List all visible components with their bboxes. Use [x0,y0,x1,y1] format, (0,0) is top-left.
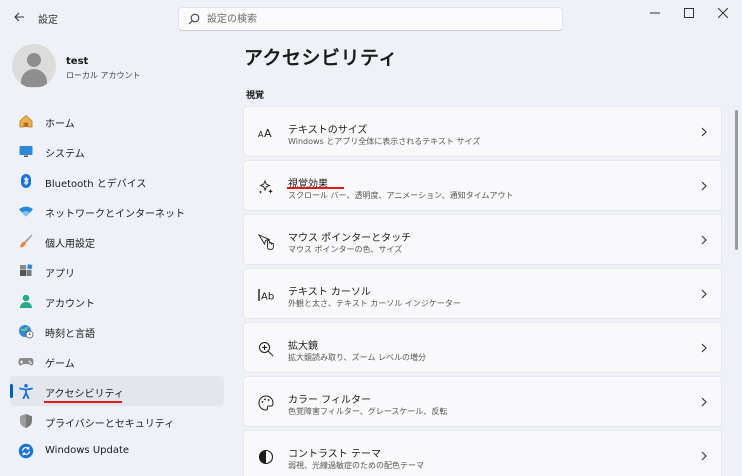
palette-icon [258,395,274,411]
card-title: テキストのサイズ [288,125,368,136]
card-subtitle: 色覚障害フィルター、グレースケール、反転 [288,407,448,416]
sidebar-item-system[interactable]: システム [10,136,224,166]
back-arrow-icon [14,12,24,22]
chevron-right-icon [701,289,707,299]
card-text-cursor[interactable]: Ab テキスト カーソル 外観と太さ、テキスト カーソル インジケーター [243,268,722,319]
sidebar-item-label: Bluetooth とデバイス [45,179,147,190]
gamepad-icon [18,358,34,366]
network-icon [19,206,33,217]
app-title: 設定 [38,15,58,26]
minimize-icon [650,12,660,14]
sidebar-item-label: ホーム [45,119,75,130]
account-icon [20,294,32,308]
search-icon [188,13,200,25]
sidebar-item-label: アクセシビリティ [45,389,124,400]
accessibility-icon [19,384,33,399]
sidebar-item-network[interactable]: ネットワークとインターネット [10,196,224,226]
card-title: テキスト カーソル [288,287,371,298]
bluetooth-icon [21,174,31,188]
svg-text:A: A [264,127,272,140]
brush-icon [20,234,33,248]
sidebar-item-accounts[interactable]: アカウント [10,286,224,316]
pointer-touch-icon [257,234,274,250]
sidebar-item-home[interactable]: ホーム [10,106,224,136]
page-title: アクセシビリティ [244,47,398,69]
card-subtitle: 弱視、光線過敏症のための配色テーマ [288,461,424,470]
card-subtitle: マウス ポインターの色、サイズ [288,245,403,254]
maximize-button[interactable] [674,2,704,24]
maximize-icon [684,8,694,18]
text-size-icon: AA [258,127,272,140]
sidebar-item-label: Windows Update [45,445,130,456]
sidebar-item-label: システム [45,149,85,160]
user-name: test [66,56,89,67]
minimize-button[interactable] [640,2,670,24]
chevron-right-icon [701,397,707,407]
chevron-right-icon [701,451,707,461]
card-color-filters[interactable]: カラー フィルター 色覚障害フィルター、グレースケール、反転 [243,376,722,427]
sidebar-item-label: ネットワークとインターネット [45,209,185,220]
shield-icon [20,414,32,428]
section-title: 視覚 [246,91,265,101]
back-button[interactable] [8,6,30,28]
update-icon [18,443,34,459]
sidebar-item-label: 個人用設定 [45,239,95,250]
sidebar-item-gaming[interactable]: ゲーム [10,346,224,376]
sidebar-item-label: ゲーム [45,359,75,370]
avatar-head [27,53,41,67]
card-title: 拡大鏡 [288,341,318,352]
card-contrast-themes[interactable]: コントラスト テーマ 弱視、光線過敏症のための配色テーマ [243,430,722,476]
card-subtitle: スクロール バー、透明度、アニメーション、通知タイムアウト [288,191,514,200]
card-title: カラー フィルター [288,395,371,406]
sidebar-item-label: アカウント [45,299,95,310]
system-icon [19,146,33,157]
globe-clock-icon [19,325,34,339]
text-cursor-icon: Ab [258,289,274,303]
card-text-size[interactable]: AA テキストのサイズ Windows とアプリ全体に表示されるテキスト サイズ [243,106,722,157]
card-title: コントラスト テーマ [288,449,381,460]
card-subtitle: Windows とアプリ全体に表示されるテキスト サイズ [288,137,481,146]
card-subtitle: 外観と太さ、テキスト カーソル インジケーター [288,299,461,308]
settings-window: 設定 test ローカル アカウント ホーム システム [0,0,742,476]
home-icon [19,114,33,128]
user-account-type: ローカル アカウント [66,71,141,80]
avatar-body [21,69,47,87]
annotation-underline [44,401,122,403]
sidebar-item-personalization[interactable]: 個人用設定 [10,226,224,256]
close-icon [718,8,728,18]
search-input[interactable] [207,11,547,27]
sidebar-item-time-language[interactable]: 時刻と言語 [10,316,224,346]
avatar[interactable] [12,44,56,88]
apps-icon [20,264,33,276]
card-mouse-pointer-touch[interactable]: マウス ポインターとタッチ マウス ポインターの色、サイズ [243,214,722,265]
sidebar-item-apps[interactable]: アプリ [10,256,224,286]
svg-text:Ab: Ab [261,292,274,303]
sidebar-item-bluetooth[interactable]: Bluetooth とデバイス [10,166,224,196]
sidebar-item-label: プライバシーとセキュリティ [45,419,175,430]
sidebar-item-label: アプリ [45,269,75,280]
sidebar-item-privacy-security[interactable]: プライバシーとセキュリティ [10,406,224,436]
chevron-right-icon [701,127,707,137]
scrollbar[interactable] [735,110,738,250]
chevron-right-icon [701,343,707,353]
sparkle-icon [259,179,273,194]
search-box[interactable] [178,7,563,31]
settings-card-list: AA テキストのサイズ Windows とアプリ全体に表示されるテキスト サイズ… [243,106,722,476]
sidebar-nav: ホーム システム Bluetooth とデバイス ネットワークとインターネット … [10,106,224,466]
selected-indicator [10,384,13,398]
card-subtitle: 拡大鏡読み取り、ズーム レベルの増分 [288,353,426,362]
sidebar-item-windows-update[interactable]: Windows Update [10,436,224,466]
annotation-underline [287,187,344,189]
card-title: マウス ポインターとタッチ [288,233,412,244]
sidebar-item-label: 時刻と言語 [45,329,95,340]
contrast-icon [258,449,274,465]
card-magnifier[interactable]: 拡大鏡 拡大鏡読み取り、ズーム レベルの増分 [243,322,722,373]
chevron-right-icon [701,181,707,191]
card-visual-effects[interactable]: 視覚効果 スクロール バー、透明度、アニメーション、通知タイムアウト [243,160,722,211]
title-bar: 設定 [0,0,742,36]
close-button[interactable] [708,2,738,24]
chevron-right-icon [701,235,707,245]
magnifier-icon [259,342,274,357]
